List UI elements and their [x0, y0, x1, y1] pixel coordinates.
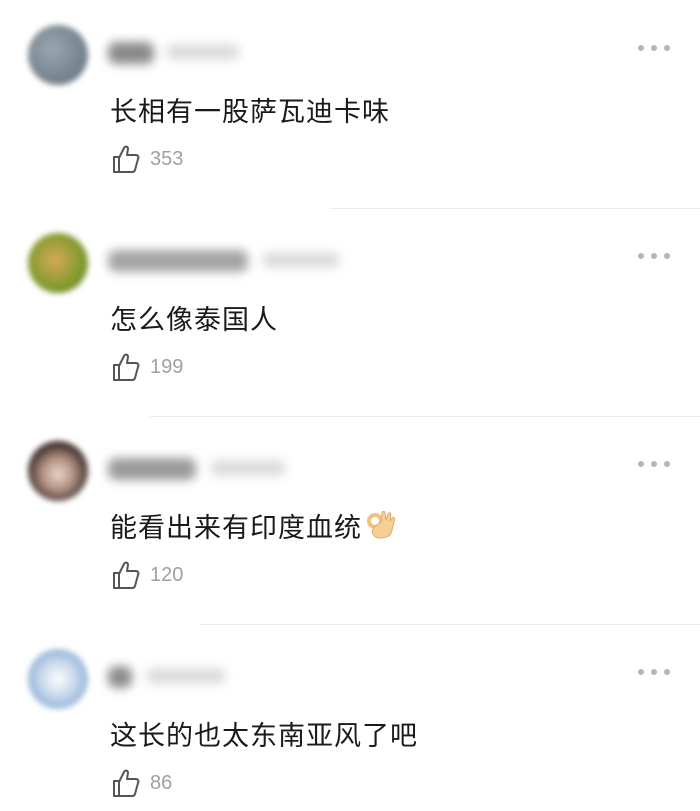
dot-icon [664, 669, 670, 675]
dot-icon [651, 669, 657, 675]
dot-icon [638, 669, 644, 675]
like-count: 86 [150, 771, 173, 794]
divider [150, 416, 700, 417]
username-blurred[interactable] [108, 250, 248, 272]
like-button[interactable]: 199 [112, 351, 183, 383]
thumbs-up-icon [113, 561, 140, 589]
divider [200, 624, 700, 625]
like-button[interactable]: 353 [112, 143, 183, 175]
dot-icon [664, 253, 670, 259]
dot-icon [638, 253, 644, 259]
comment-item: 怎么像泰国人 199 [0, 208, 700, 416]
comment-text: 长相有一股萨瓦迪卡味 [110, 97, 390, 128]
thumbs-up-icon [113, 145, 140, 173]
avatar[interactable] [28, 233, 88, 293]
like-count: 353 [150, 147, 184, 170]
dot-icon [651, 461, 657, 467]
divider [330, 208, 700, 209]
like-count: 199 [150, 355, 184, 378]
timestamp-blurred [166, 44, 240, 60]
comment-item: 这长的也太东南亚风了吧 86 [0, 624, 700, 811]
comment-feed: 长相有一股萨瓦迪卡味 353 怎么像泰国人 199 能看出来有印度血统 120 … [0, 0, 700, 811]
username-blurred[interactable] [108, 458, 196, 480]
like-button[interactable]: 120 [112, 559, 183, 591]
dot-icon [664, 45, 670, 51]
comment-text-content: 能看出来有印度血统 [110, 513, 362, 544]
more-options-button[interactable] [638, 454, 670, 474]
dot-icon [638, 461, 644, 467]
like-button[interactable]: 86 [112, 767, 172, 799]
thumbs-up-icon [113, 769, 140, 797]
comment-item: 能看出来有印度血统 120 [0, 416, 700, 624]
avatar[interactable] [28, 649, 88, 709]
thumbs-up-icon [113, 353, 140, 381]
ok-hand-icon [366, 508, 396, 547]
username-blurred[interactable] [108, 42, 154, 64]
timestamp-blurred [210, 460, 286, 476]
dot-icon [638, 45, 644, 51]
dot-icon [651, 45, 657, 51]
avatar[interactable] [28, 441, 88, 501]
comment-text: 这长的也太东南亚风了吧 [110, 721, 418, 752]
like-count: 120 [150, 563, 184, 586]
timestamp-blurred [262, 252, 340, 268]
timestamp-blurred [146, 668, 226, 684]
dot-icon [651, 253, 657, 259]
comment-item: 长相有一股萨瓦迪卡味 353 [0, 0, 700, 208]
more-options-button[interactable] [638, 662, 670, 682]
comment-text: 怎么像泰国人 [110, 305, 278, 336]
dot-icon [664, 461, 670, 467]
avatar[interactable] [28, 25, 88, 85]
comment-text: 能看出来有印度血统 [110, 506, 396, 547]
more-options-button[interactable] [638, 38, 670, 58]
more-options-button[interactable] [638, 246, 670, 266]
username-blurred[interactable] [108, 666, 132, 688]
